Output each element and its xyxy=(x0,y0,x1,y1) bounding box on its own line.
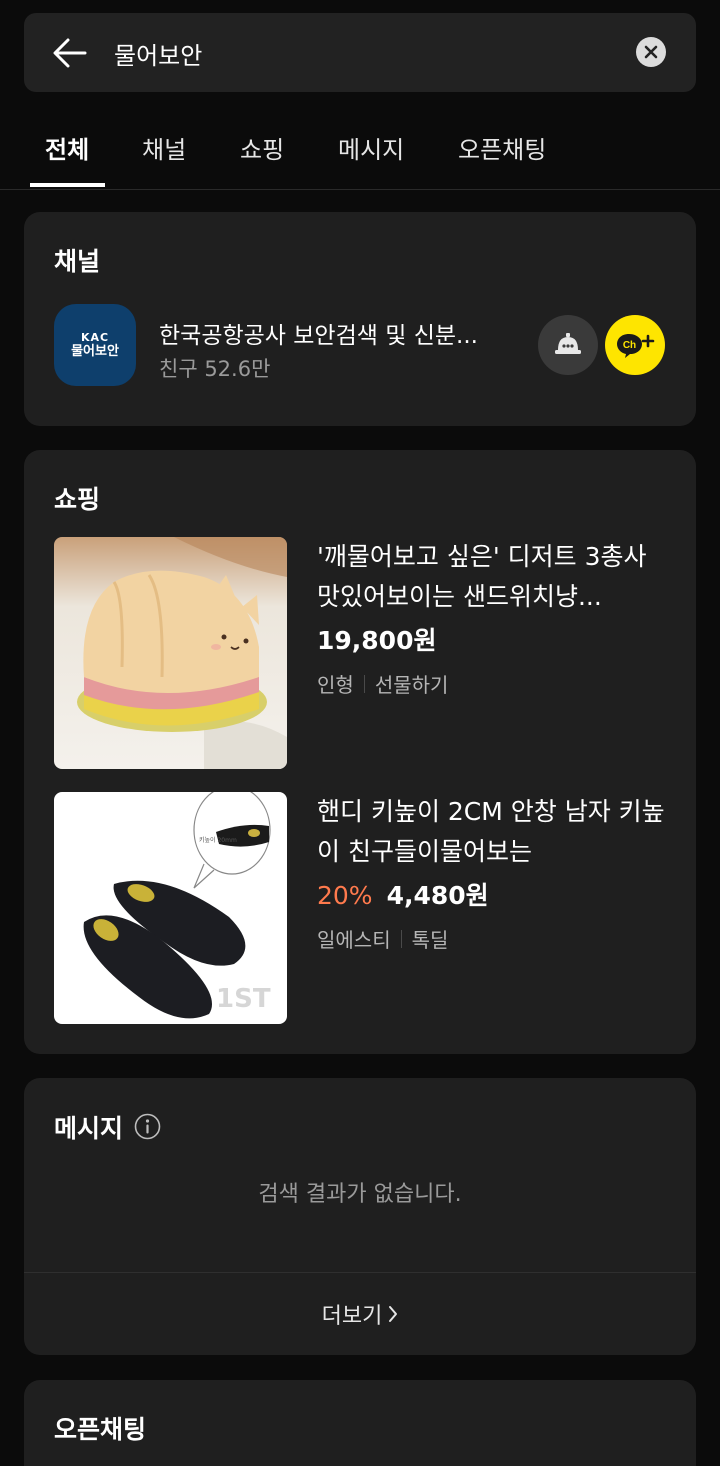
product-title: 핸디 키높이 2CM 안창 남자 키높이 친구들이물어보는 xyxy=(317,797,665,866)
more-button[interactable]: 더보기 xyxy=(24,1273,696,1355)
channel-section: 채널 KAC 물어보안 한국공항공사 보안검색 및 신분... 친구 52.6만… xyxy=(24,212,696,426)
logo-text: KAC xyxy=(80,330,110,344)
product-price: 19,800원 xyxy=(317,626,437,655)
image-watermark: 1ST xyxy=(216,984,271,1014)
message-section: 메시지 검색 결과가 없습니다. 더보기 xyxy=(24,1078,696,1355)
channel-add-icon: Ch xyxy=(617,334,655,358)
logo-text: 물어보안 xyxy=(71,343,119,359)
chevron-right-icon xyxy=(389,1306,398,1322)
tab-message[interactable]: 메시지 xyxy=(338,130,404,165)
back-button[interactable] xyxy=(50,33,90,73)
discount-rate: 20% xyxy=(317,881,373,910)
clear-search-button[interactable] xyxy=(636,37,666,67)
image-callout-label: 키높이 20mm xyxy=(199,836,237,844)
arrow-left-icon xyxy=(53,38,87,68)
product-meta: 일에스티 톡딜 xyxy=(317,924,448,953)
product-image-cat-plush xyxy=(54,537,287,769)
product-title: '깨물어보고 싶은' 디저트 3총사 맛있어보이는 샌드위치냥... xyxy=(317,542,647,611)
product-price-row: 19,800원 xyxy=(317,621,436,657)
product-image-insoles: 키높이 20mm 1ST xyxy=(54,792,287,1024)
product-card[interactable]: 키높이 20mm 1ST 핸디 키높이 2CM 안창 남자 키높이 친구들이물어… xyxy=(54,792,666,1024)
section-title: 쇼핑 xyxy=(54,485,101,514)
product-price: 4,480원 xyxy=(386,881,489,910)
shopping-section: 쇼핑 '깨물어보고 싶은' 디저트 3총사 맛있어보이는 샌드위치냥... 19… xyxy=(24,450,696,1054)
channel-friend-count: 친구 52.6만 xyxy=(159,357,271,381)
empty-result-text: 검색 결과가 없습니다. xyxy=(258,1182,462,1207)
product-price-row: 20% 4,480원 xyxy=(317,876,489,912)
info-icon[interactable] xyxy=(134,1113,161,1140)
meta-divider xyxy=(400,929,402,948)
search-tabs: 전체 채널 쇼핑 메시지 오픈채팅 xyxy=(0,110,720,190)
channel-alarm-button[interactable] xyxy=(538,315,598,375)
close-icon xyxy=(644,45,658,59)
channel-add-button[interactable]: Ch xyxy=(605,315,665,375)
product-category: 인형 xyxy=(317,673,354,697)
active-tab-indicator xyxy=(30,183,105,187)
openchat-section: 오픈채팅 xyxy=(24,1380,696,1466)
product-meta: 인형 선물하기 xyxy=(317,669,448,698)
product-service: 톡딜 xyxy=(411,928,449,952)
tab-all[interactable]: 전체 xyxy=(45,130,89,165)
channel-name[interactable]: 한국공항공사 보안검색 및 신분... xyxy=(159,316,499,350)
section-title: 메시지 xyxy=(54,1114,124,1143)
product-service: 선물하기 xyxy=(374,673,449,697)
bell-icon xyxy=(555,333,581,354)
more-label: 더보기 xyxy=(321,1304,383,1329)
meta-divider xyxy=(363,674,365,693)
product-seller: 일에스티 xyxy=(317,928,391,952)
search-input[interactable] xyxy=(114,31,614,75)
tab-channel[interactable]: 채널 xyxy=(142,130,186,165)
section-title: 채널 xyxy=(54,247,101,276)
search-bar xyxy=(24,13,696,92)
svg-text:Ch: Ch xyxy=(623,340,636,351)
channel-logo[interactable]: KAC 물어보안 xyxy=(54,304,136,386)
tab-shopping[interactable]: 쇼핑 xyxy=(240,130,284,165)
tab-openchat[interactable]: 오픈채팅 xyxy=(458,130,546,165)
section-title: 오픈채팅 xyxy=(54,1415,147,1444)
product-card[interactable]: '깨물어보고 싶은' 디저트 3총사 맛있어보이는 샌드위치냥... 19,80… xyxy=(54,537,666,769)
